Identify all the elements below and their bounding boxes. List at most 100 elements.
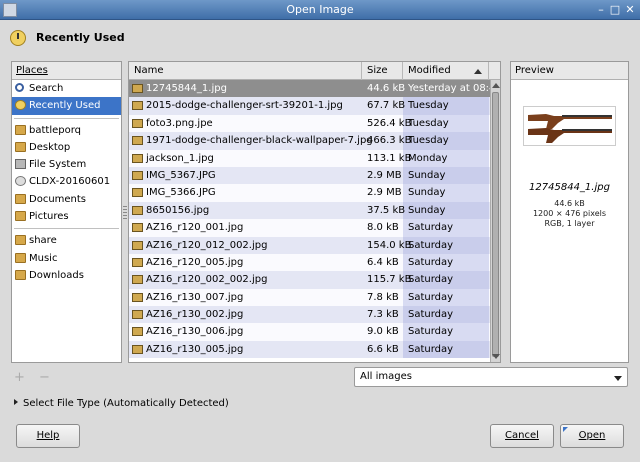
select-file-type-label: Select File Type (Automatically Detected… [23,398,229,409]
file-size: 44.6 kB [367,83,406,94]
file-row[interactable]: 1971-dodge-challenger-black-wallpaper-7.… [129,132,490,150]
file-modified: Saturday [408,239,454,251]
scrollbar-thumb[interactable] [492,92,499,357]
file-row[interactable]: IMG_5366.JPG 2.9 MB Sunday [129,184,490,202]
places-item-cldx-20160601[interactable]: CLDX-20160601 [12,173,121,190]
places-item-label: Pictures [29,211,69,223]
file-row[interactable]: IMG_5367.JPG 2.9 MB Sunday [129,166,490,185]
file-modified: Tuesday [408,117,449,129]
file-row[interactable]: 12745844_1.jpg 44.6 kBYesterday at 08:48 [129,80,490,98]
column-header-modified-label: Modified [408,65,451,76]
cancel-button[interactable]: Cancel [490,424,554,448]
places-item-battleporq[interactable]: battleporq [12,122,121,139]
file-modified: Sunday [408,187,446,199]
file-name: AZ16_r120_005.jpg [146,256,244,268]
file-row[interactable]: 2015-dodge-challenger-srt-39201-1.jpg 67.… [129,97,490,115]
file-name: 8650156.jpg [146,204,210,216]
places-item-label: Search [29,83,64,94]
file-modified: Monday [408,152,448,164]
file-filter-value: All images [360,371,412,382]
file-modified: Saturday [408,274,454,286]
places-item-music[interactable]: Music [12,250,121,267]
file-size: 6.6 kB [367,343,399,355]
minimize-icon[interactable]: – [594,3,608,17]
file-size: 67.7 kB [367,100,406,112]
file-modified: Tuesday [408,135,449,147]
file-row[interactable]: 8650156.jpg 37.5 kB Sunday [129,201,490,220]
file-modified: Saturday [408,222,454,234]
file-row[interactable]: AZ16_r120_001.jpg 8.0 kB Saturday [129,219,490,237]
places-item-documents[interactable]: Documents [12,191,121,208]
add-place-button[interactable]: + [14,370,25,385]
expander-arrow-icon [14,399,18,405]
preview-mode: RGB, 1 layer [544,219,595,228]
file-row[interactable]: foto3.png.jpe 526.4 kB Tuesday [129,114,490,133]
places-item-pictures[interactable]: Pictures [12,208,121,225]
file-modified: Saturday [408,343,454,355]
places-item-downloads[interactable]: Downloads [12,267,121,284]
image-file-icon [132,310,143,320]
places-separator [14,228,119,230]
preview-panel: Preview 12745844_1.jpg 44.6 kB 1200 × 47… [510,61,629,363]
scroll-down-icon[interactable] [492,354,500,359]
places-item-desktop[interactable]: Desktop [12,139,121,156]
sort-ascending-icon [474,69,482,74]
file-row[interactable]: AZ16_r120_002_002.jpg 115.7 kB Saturday [129,271,490,289]
image-file-icon [132,240,143,250]
file-list-scrollbar[interactable] [490,80,500,362]
places-add-remove: + − [14,370,60,385]
file-name: AZ16_r120_002_002.jpg [146,274,268,286]
select-file-type-expander[interactable]: Select File Type (Automatically Detected… [14,398,229,409]
places-separator [14,117,119,119]
file-name: IMG_5367.JPG [146,169,216,181]
folder-icon [15,193,26,204]
image-file-icon [132,223,143,233]
file-filter-dropdown[interactable]: All images [354,367,628,387]
remove-place-button[interactable]: − [39,370,50,385]
help-button[interactable]: Help [16,424,80,448]
file-size: 8.0 kB [367,222,399,234]
file-row[interactable]: jackson_1.jpg 113.1 kB Monday [129,149,490,167]
image-file-icon [132,344,143,354]
window-title: Open Image [286,3,354,16]
file-size: 466.3 kB [367,135,412,147]
file-size: 2.9 MB [367,187,402,199]
places-item-label: File System [29,159,87,171]
file-name: 1971-dodge-challenger-black-wallpaper-7.… [146,135,373,147]
folder-icon [15,252,26,263]
file-name: AZ16_r120_001.jpg [146,222,244,234]
search-icon [15,83,24,92]
column-header-modified[interactable]: Modified [403,62,489,80]
file-row[interactable]: AZ16_r120_012_002.jpg 154.0 kB Saturday [129,236,490,254]
file-size: 2.9 MB [367,169,402,181]
places-item-label: Downloads [29,269,84,281]
places-item-file-system[interactable]: File System [12,156,121,173]
file-row[interactable]: AZ16_r130_006.jpg 9.0 kB Saturday [129,323,490,341]
file-list-header: Name Size Modified [129,62,500,80]
file-rows: 12745844_1.jpg 44.6 kBYesterday at 08:48 2… [129,80,490,362]
file-row[interactable]: AZ16_r130_005.jpg 6.6 kB Saturday [129,340,490,359]
column-header-size[interactable]: Size [362,62,403,80]
pane-splitter-handle[interactable] [123,206,127,220]
places-list: Search Recently Used battleporq Desktop File… [12,80,121,284]
location-label: Recently Used [36,31,125,44]
image-file-icon [132,275,143,285]
places-item-recently-used[interactable]: Recently Used [12,97,121,115]
scroll-up-icon[interactable] [492,83,500,88]
file-row[interactable]: AZ16_r130_007.jpg 7.8 kB Saturday [129,288,490,307]
open-button[interactable]: Open [560,424,624,448]
file-name: AZ16_r130_005.jpg [146,343,244,355]
file-row[interactable]: AZ16_r120_005.jpg 6.4 kB Saturday [129,253,490,272]
close-icon[interactable]: ✕ [623,3,637,17]
disc-icon [15,176,26,187]
column-header-name[interactable]: Name [129,62,362,80]
file-list-panel: Name Size Modified 12745844_1.jpg 44.6 kB… [128,61,501,363]
places-item-share[interactable]: share [12,232,121,249]
maximize-icon[interactable]: □ [608,3,622,17]
file-name: 2015-dodge-challenger-srt-39201-1.jpg [146,100,343,112]
places-item-search[interactable]: Search [12,80,121,97]
preview-header: Preview [511,62,628,80]
file-row[interactable]: AZ16_r130_002.jpg 7.3 kB Saturday [129,306,490,324]
file-size: 6.4 kB [367,256,399,268]
file-size: 7.3 kB [367,309,399,321]
